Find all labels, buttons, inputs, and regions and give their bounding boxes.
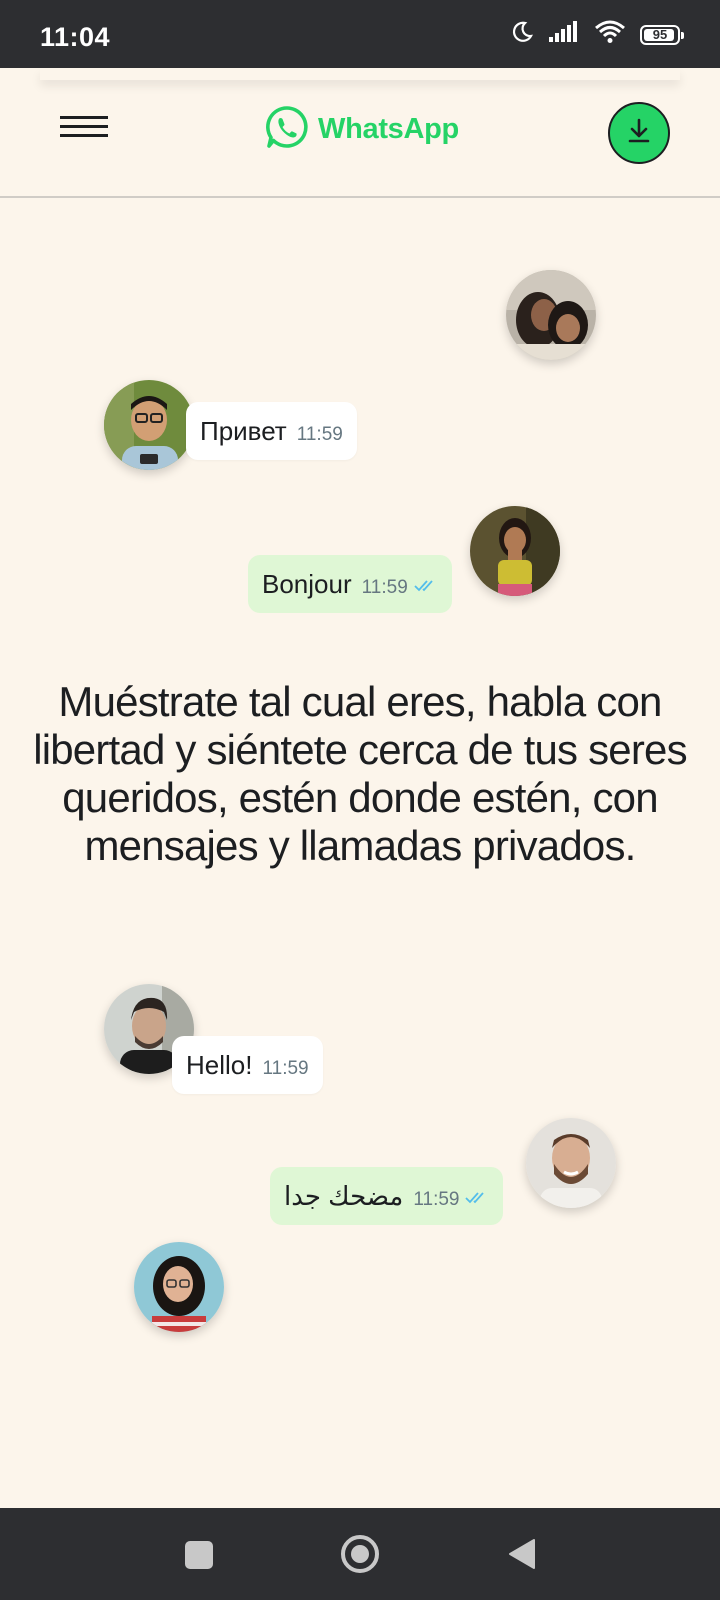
message-bubble-incoming[interactable]: Hello! 11:59 (172, 1036, 323, 1094)
avatar-woman-yellow (470, 506, 560, 596)
status-bar: 11:04 95 (0, 0, 720, 68)
back-triangle-icon[interactable] (508, 1538, 536, 1575)
battery-icon: 95 (640, 24, 684, 45)
message-bubble-outgoing[interactable]: مضحك جدا 11:59 (270, 1167, 504, 1225)
system-nav-bar (0, 1508, 720, 1600)
headline-text: Muéstrate tal cual eres, habla con liber… (33, 678, 687, 869)
double-check-icon (414, 579, 438, 598)
battery-tip (681, 31, 684, 39)
home-circle-icon[interactable] (340, 1534, 380, 1579)
message-text: Bonjour (262, 568, 352, 599)
avatar-woman-glasses (134, 1242, 224, 1332)
download-button[interactable] (608, 102, 670, 164)
moon-icon (510, 20, 534, 49)
double-check-icon (465, 1191, 489, 1210)
message-time: 11:59 (296, 424, 343, 445)
wifi-icon (594, 20, 626, 49)
message-time: 11:59 (262, 1058, 309, 1079)
site-header: WhatsApp (0, 68, 720, 198)
battery-level: 95 (652, 27, 668, 42)
hamburger-menu-icon[interactable] (60, 116, 110, 140)
message-bubble-incoming[interactable]: Привет 11:59 (186, 402, 357, 460)
avatar-man-beard (526, 1118, 616, 1208)
whatsapp-logo[interactable]: WhatsApp (264, 104, 459, 155)
logo-text: WhatsApp (318, 113, 459, 145)
status-icons: 95 (510, 20, 684, 49)
message-text: مضحك جدا (284, 1180, 404, 1211)
message-time: 11:59 (413, 1189, 460, 1210)
avatar-man-glasses (104, 380, 194, 470)
recents-square-icon[interactable] (184, 1540, 214, 1575)
message-time: 11:59 (361, 577, 408, 598)
status-time: 11:04 (40, 22, 111, 52)
signal-icon (548, 21, 580, 48)
message-bubble-outgoing[interactable]: Bonjour 11:59 (248, 555, 452, 613)
message-text: Hello! (186, 1049, 253, 1080)
avatar-couple (506, 270, 596, 360)
download-icon (625, 117, 653, 150)
header-shadow (40, 68, 680, 80)
message-text: Привет (200, 415, 287, 446)
whatsapp-logo-icon (264, 104, 310, 155)
